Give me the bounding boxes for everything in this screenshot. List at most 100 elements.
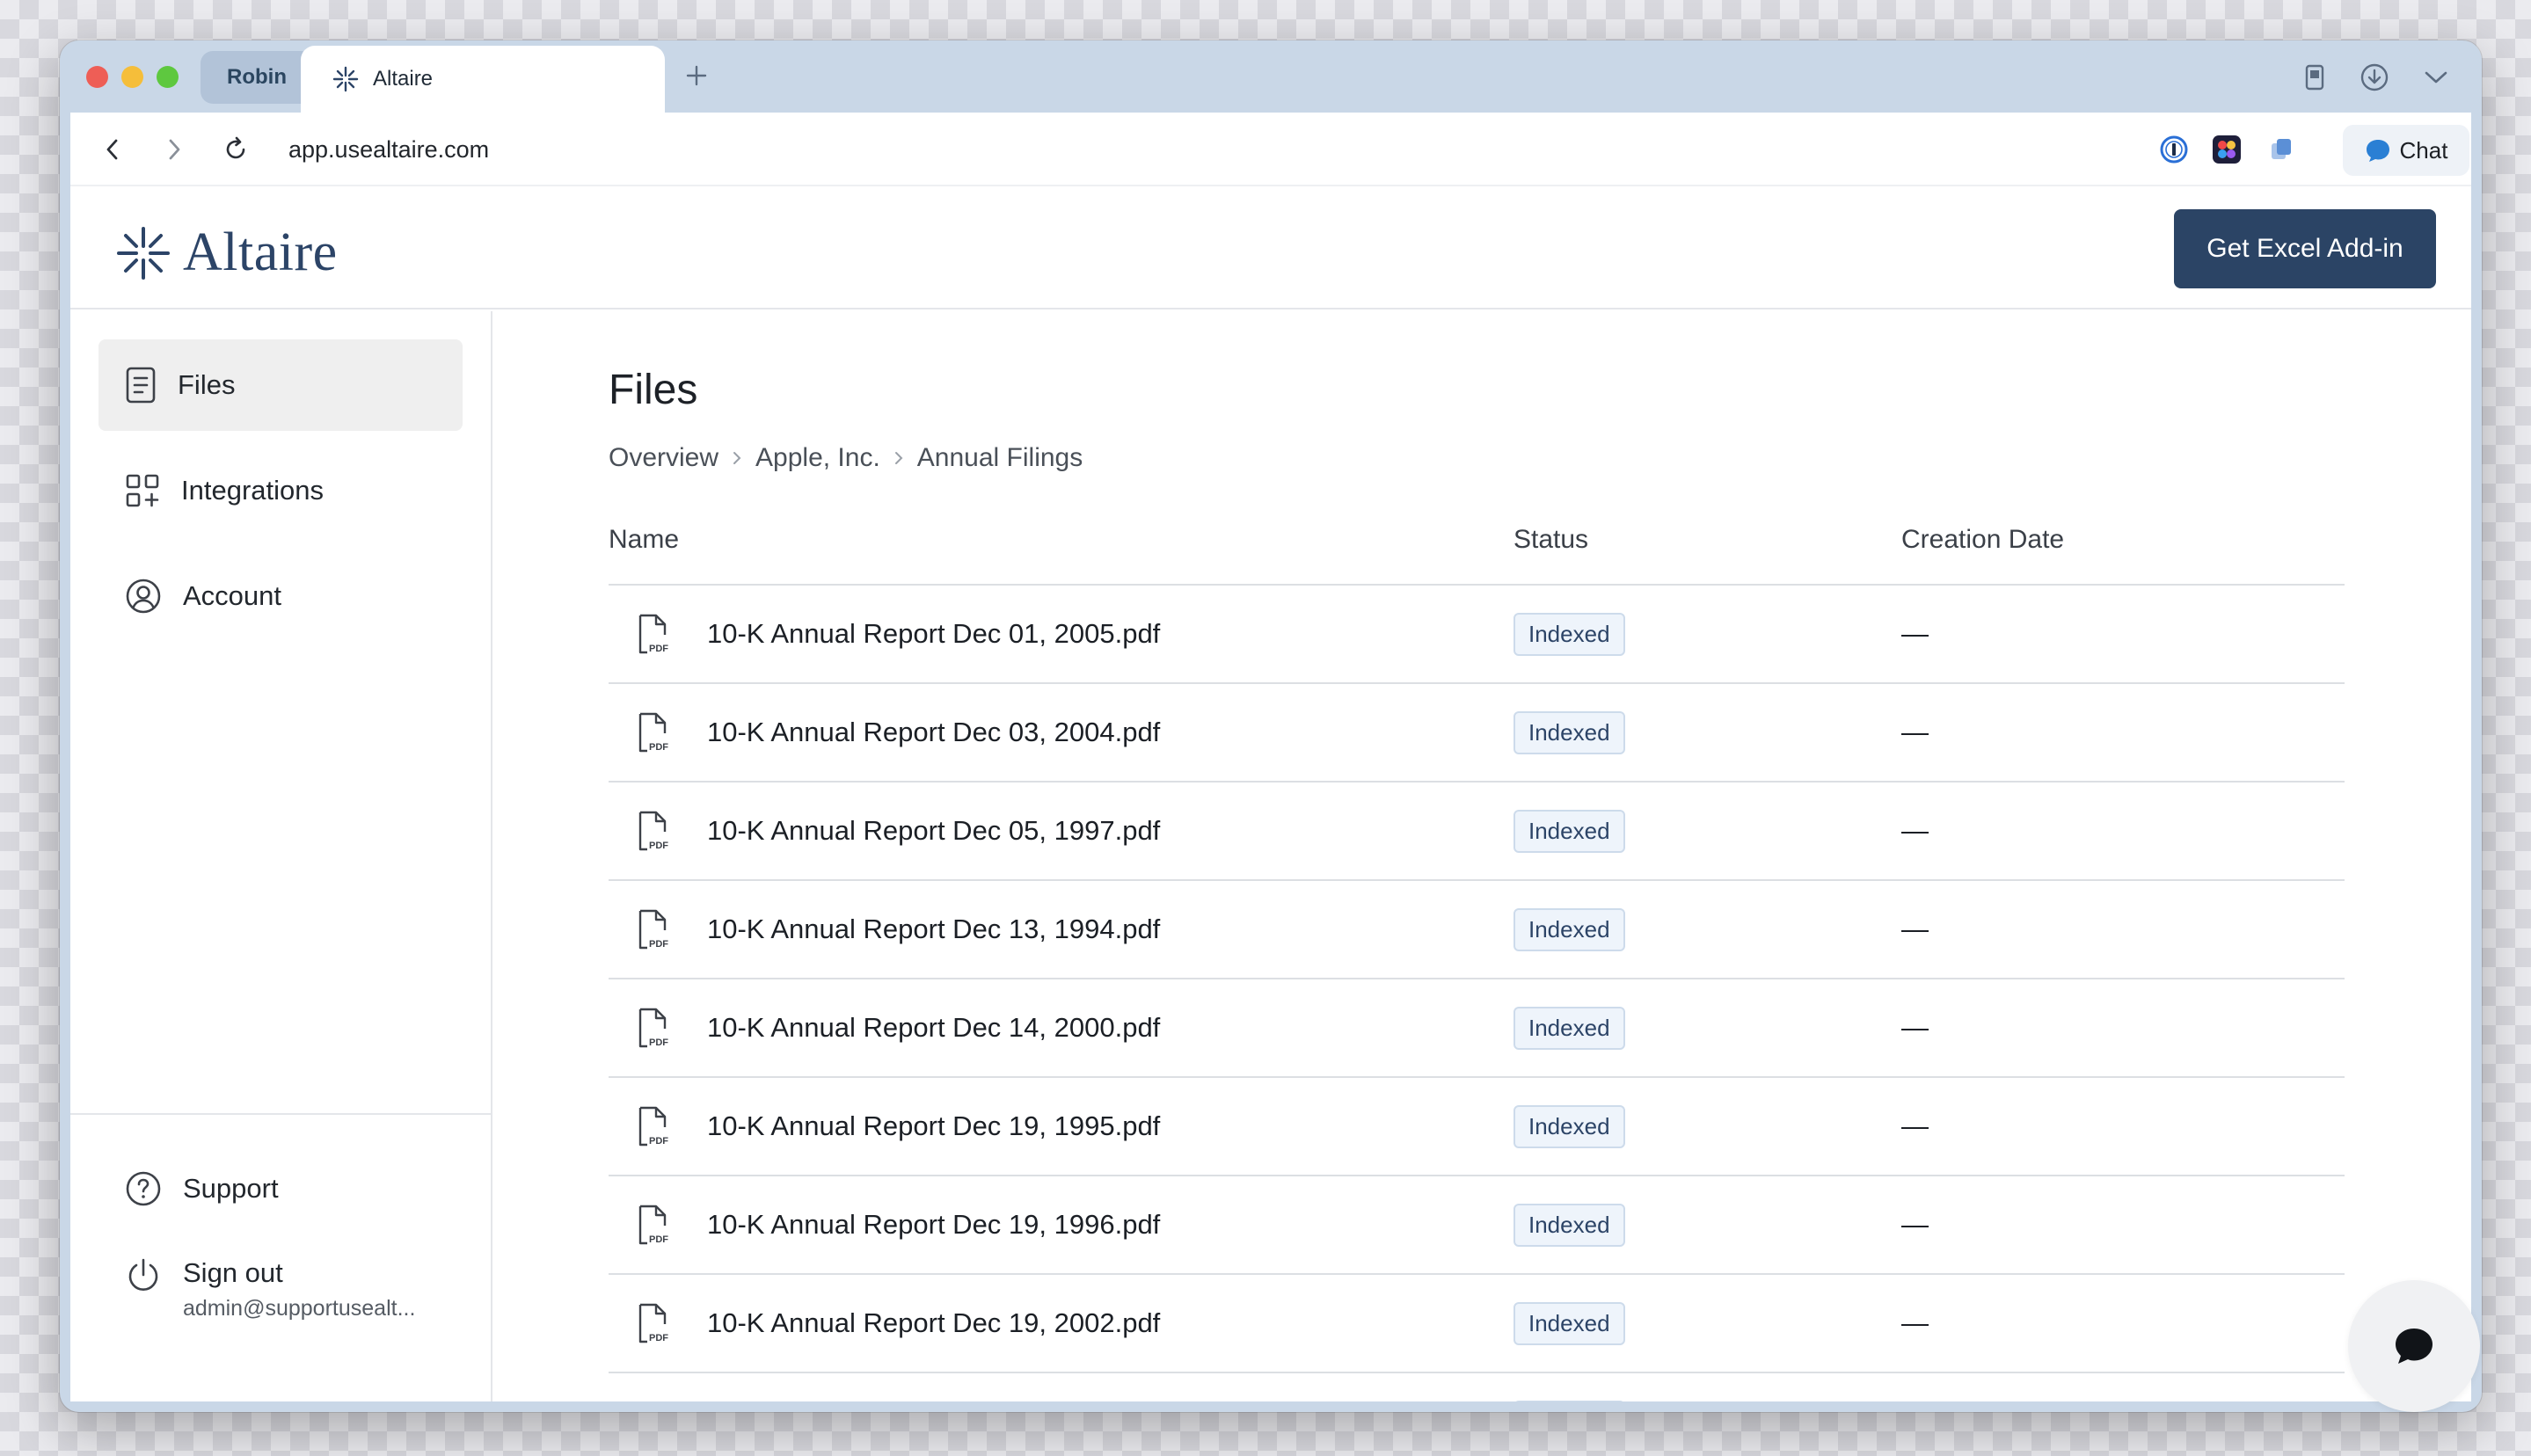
tab-strip: Robin Altaire (60, 40, 2482, 113)
creation-date-cell: — (1901, 618, 1929, 649)
grid-plus-icon (126, 474, 159, 507)
minimize-window-button[interactable] (121, 66, 143, 88)
altaire-favicon-icon (332, 66, 359, 92)
svg-text:PDF: PDF (649, 841, 668, 851)
pdf-file-icon: PDF (638, 909, 668, 950)
column-header-status[interactable]: Status (1513, 506, 1588, 586)
creation-date-cell: — (1901, 1373, 1929, 1401)
table-row[interactable]: PDF10-K Annual Report Dec 19, 2003.pdf In… (609, 1373, 2345, 1401)
logo-text: Altaire (183, 222, 338, 282)
pdf-file-icon: PDF (638, 614, 668, 654)
sidebar-item-signout[interactable]: Sign out admin@supportusealt... (98, 1236, 463, 1342)
breadcrumb-overview[interactable]: Overview (609, 443, 718, 473)
tab-list-button[interactable] (2418, 60, 2454, 95)
status-badge: Indexed (1513, 1104, 1625, 1148)
app-header: Altaire Get Excel Add-in (70, 186, 2471, 309)
sidebar-item-integrations[interactable]: Integrations (98, 445, 463, 536)
table-row[interactable]: PDF 10-K Annual Report Dec 03, 2004.pdf In… (609, 684, 2345, 783)
pdf-file-icon: PDF (638, 811, 668, 851)
power-icon (128, 1258, 158, 1291)
table-row[interactable]: PDF 10-K Annual Report Dec 19, 1995.pdf In… (609, 1078, 2345, 1176)
status-badge: Indexed (1513, 612, 1625, 656)
maximize-window-button[interactable] (157, 66, 179, 88)
creation-date-cell: — (1901, 1110, 1929, 1141)
status-cell: Indexed (1513, 1176, 1625, 1273)
table-row[interactable]: PDF 10-K Annual Report Dec 14, 2000.pdf In… (609, 979, 2345, 1078)
file-name[interactable]: 10-K Annual Report Dec 14, 2000.pdf (707, 1012, 1160, 1044)
color-grid-icon (2213, 135, 2241, 164)
tab-manager-button[interactable] (2297, 60, 2332, 95)
table-row[interactable]: PDF 10-K Annual Report Dec 01, 2005.pdf In… (609, 586, 2345, 684)
sidebar-item-label: Files (178, 369, 236, 400)
chat-bubble-icon (2396, 1329, 2433, 1364)
file-name[interactable]: 10-K Annual Report Dec 19, 2002.pdf (707, 1307, 1160, 1339)
copy-extension[interactable] (2264, 132, 2299, 167)
signout-text: Sign out admin@supportusealt... (183, 1257, 415, 1321)
file-name[interactable]: 10-K Annual Report Dec 03, 2004.pdf (707, 717, 1160, 748)
color-extension[interactable] (2209, 132, 2244, 167)
chevron-right-icon (169, 139, 180, 160)
password-manager-icon (2160, 135, 2188, 164)
password-manager-extension[interactable] (2156, 132, 2192, 167)
table-row[interactable]: PDF 10-K Annual Report Dec 13, 1994.pdf In… (609, 881, 2345, 979)
status-cell: Indexed (1513, 979, 1625, 1076)
file-name-cell: PDF 10-K Annual Report Dec 19, 1996.pdf (635, 1176, 1160, 1273)
altaire-logo-icon (117, 226, 170, 280)
column-header-creation-date[interactable]: Creation Date (1901, 506, 2064, 586)
tab-altaire[interactable]: Altaire (301, 46, 665, 113)
breadcrumb: Overview Apple, Inc. Annual Filings (609, 443, 1083, 473)
breadcrumb-apple[interactable]: Apple, Inc. (755, 443, 880, 473)
help-circle-icon (126, 1171, 161, 1206)
profile-tab[interactable]: Robin (201, 51, 313, 104)
reload-button[interactable] (216, 130, 255, 169)
svg-text:PDF: PDF (649, 1136, 668, 1147)
reload-icon (226, 136, 245, 159)
file-name[interactable]: 10-K Annual Report Dec 19, 1995.pdf (707, 1110, 1160, 1142)
copy-icon (2272, 139, 2291, 159)
creation-date-cell: — (1901, 1012, 1929, 1043)
status-cell: Indexed (1513, 684, 1625, 781)
sidebar-item-support[interactable]: Support (98, 1143, 463, 1234)
sidebar-item-files[interactable]: Files (98, 339, 463, 431)
creation-date-cell: — (1901, 815, 1929, 846)
table-row[interactable]: PDF 10-K Annual Report Dec 19, 1996.pdf In… (609, 1176, 2345, 1275)
file-name[interactable]: 10-K Annual Report Dec 19, 1996.pdf (707, 1209, 1160, 1241)
forward-button[interactable] (155, 130, 193, 169)
column-header-name[interactable]: Name (609, 506, 679, 586)
chat-launcher-button[interactable] (2348, 1280, 2480, 1412)
table-row[interactable]: PDF 10-K Annual Report Dec 19, 2002.pdf In… (609, 1275, 2345, 1373)
signout-email: admin@supportusealt... (183, 1296, 416, 1321)
status-cell: Indexed (1513, 1373, 1625, 1401)
creation-date-cell: — (1901, 717, 1929, 747)
file-name[interactable]: 10-K Annual Report Dec 01, 2005.pdf (707, 618, 1160, 650)
file-name-cell: PDF 10-K Annual Report Dec 19, 2002.pdf (635, 1275, 1160, 1372)
logo[interactable]: Altaire (116, 222, 338, 284)
chevron-right-icon (733, 452, 741, 464)
get-excel-addin-button[interactable]: Get Excel Add-in (2174, 209, 2436, 288)
status-cell: Indexed (1513, 1275, 1625, 1372)
svg-text:PDF: PDF (649, 644, 668, 654)
support-label: Support (183, 1173, 279, 1204)
address-bar[interactable]: app.usealtaire.com (288, 113, 489, 186)
pdf-file-icon: PDF (638, 1008, 668, 1048)
status-cell: Indexed (1513, 1078, 1625, 1175)
pdf-file-icon: PDF (638, 1205, 668, 1245)
file-name[interactable]: 10-K Annual Report Dec 13, 1994.pdf (707, 914, 1160, 945)
file-name[interactable]: 10-K Annual Report Dec 05, 1997.pdf (707, 815, 1160, 847)
new-tab-button[interactable] (677, 56, 716, 95)
table-row[interactable]: PDF 10-K Annual Report Dec 05, 1997.pdf In… (609, 783, 2345, 881)
files-table: Name Status Creation Date PDF 10-K Annual… (609, 506, 2345, 1401)
close-window-button[interactable] (86, 66, 108, 88)
sidebar-item-label: Integrations (181, 475, 324, 506)
file-name-cell: PDF 10-K Annual Report Dec 05, 1997.pdf (635, 783, 1160, 879)
sidebar-item-account[interactable]: Account (98, 550, 463, 642)
tab-title: Altaire (373, 67, 434, 91)
plus-icon (686, 65, 707, 86)
file-name-cell: PDF 10-K Annual Report Dec 03, 2004.pdf (635, 684, 1160, 781)
status-cell: Indexed (1513, 783, 1625, 879)
downloads-button[interactable] (2357, 60, 2392, 95)
user-circle-icon (126, 579, 161, 614)
back-button[interactable] (93, 130, 132, 169)
chat-button[interactable]: Chat (2343, 125, 2469, 176)
file-name-cell: PDF10-K Annual Report Dec 19, 2003.pdf (635, 1373, 1160, 1401)
